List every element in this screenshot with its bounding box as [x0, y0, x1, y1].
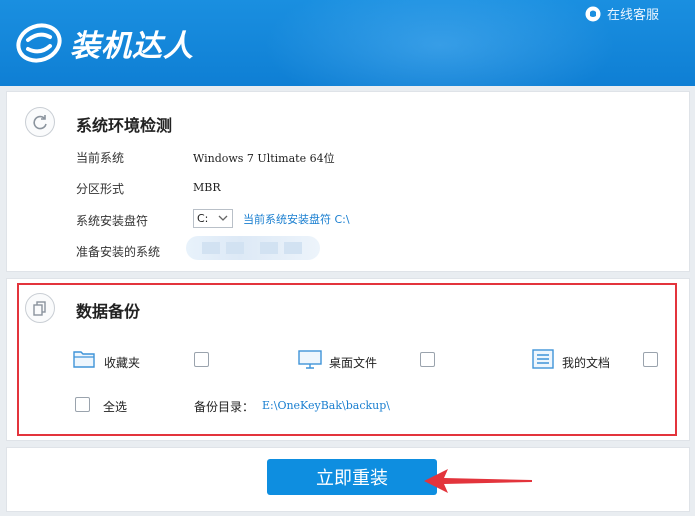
favorites-checkbox[interactable]: [194, 352, 209, 367]
copy-icon: [33, 301, 46, 316]
target-system-label: 准备安装的系统: [76, 245, 161, 259]
install-drive-label: 系统安装盘符: [76, 214, 149, 228]
refresh-icon: [33, 115, 47, 130]
chevron-down-icon: [218, 215, 228, 221]
backup-section-icon: [25, 293, 55, 323]
document-icon: [532, 349, 554, 369]
arrow-icon: [424, 469, 532, 493]
backup-dir-path[interactable]: E:\OneKeyBak\backup\: [262, 399, 390, 412]
title-bar: 装机达人 在线客服: [0, 0, 695, 86]
current-system-value: Windows 7 Ultimate 64位: [193, 152, 335, 165]
desktop-files-checkbox[interactable]: [420, 352, 435, 367]
header-glow: [250, 0, 630, 86]
install-drive-select[interactable]: C:: [193, 209, 233, 228]
desktop-files-label: 桌面文件: [329, 356, 378, 370]
app-logo: 装机达人: [16, 20, 194, 66]
logo-icon: [16, 23, 62, 63]
online-service-link[interactable]: 在线客服: [585, 4, 659, 23]
install-drive-hint: 当前系统安装盘符 C:\: [243, 213, 350, 226]
app-name: 装机达人: [70, 29, 194, 64]
env-section-title: 系统环境检测: [76, 116, 173, 135]
backup-dir-label: 备份目录：: [194, 400, 255, 414]
favorites-label: 收藏夹: [104, 356, 141, 370]
install-drive-value: C:: [197, 212, 209, 225]
target-system-value-redacted: [186, 236, 320, 260]
reinstall-button[interactable]: 立即重装: [267, 459, 437, 495]
partition-label: 分区形式: [76, 182, 125, 196]
partition-value: MBR: [193, 181, 221, 194]
folder-icon: [73, 351, 95, 368]
chat-icon: [585, 6, 601, 21]
backup-section-title: 数据备份: [76, 302, 141, 321]
current-system-label: 当前系统: [76, 151, 125, 165]
monitor-icon: [298, 350, 322, 369]
env-section-icon: [25, 107, 55, 137]
select-all-checkbox[interactable]: [75, 397, 90, 412]
my-documents-label: 我的文档: [562, 356, 611, 370]
service-label: 在线客服: [606, 8, 659, 23]
select-all-label: 全选: [103, 400, 128, 414]
my-documents-checkbox[interactable]: [643, 352, 658, 367]
